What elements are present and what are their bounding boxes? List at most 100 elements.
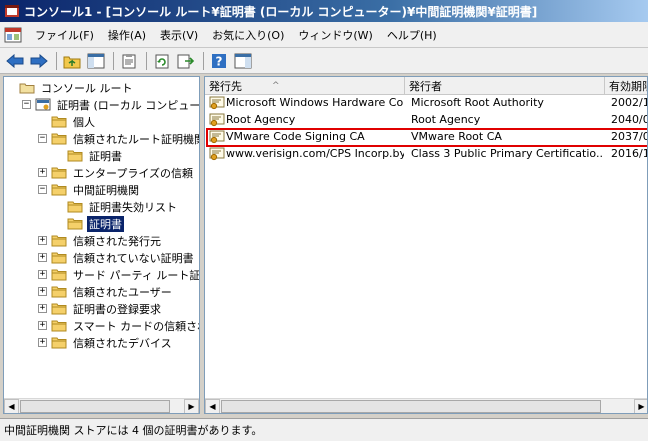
help-icon: ? (212, 53, 226, 68)
tree-item-label: 信頼されたデバイス (73, 336, 172, 350)
list-horizontal-scrollbar[interactable]: ◀ ▶ (205, 398, 647, 413)
certificate-icon (209, 147, 225, 161)
column-label-expiration: 有効期限 (609, 79, 647, 93)
expand-icon[interactable]: + (38, 287, 47, 296)
mmc-app-icon (5, 5, 19, 17)
scroll-right-button[interactable]: ▶ (184, 399, 199, 413)
refresh-button[interactable] (151, 50, 173, 72)
expand-icon[interactable]: + (38, 236, 47, 245)
certificate-row[interactable]: Microsoft Windows Hardware Co... Microsof… (205, 95, 648, 112)
forward-button[interactable] (28, 50, 50, 72)
expand-icon[interactable]: + (38, 321, 47, 330)
tree-item-label: コンソール ルート (41, 81, 133, 95)
menu-window[interactable]: ウィンドウ(W) (291, 27, 379, 43)
collapse-icon[interactable]: − (38, 134, 47, 143)
back-button[interactable] (4, 50, 26, 72)
tree-item[interactable]: − 中間証明機関 (38, 181, 141, 198)
folder-icon (67, 150, 83, 162)
console-root-icon (19, 83, 35, 94)
collapse-icon[interactable]: − (22, 100, 31, 109)
tree-item-label: 中間証明機関 (73, 183, 139, 197)
column-header-expiration[interactable]: 有効期限 (605, 77, 647, 95)
folder-icon (51, 235, 67, 247)
menu-view[interactable]: 表示(V) (153, 27, 205, 43)
tree-item[interactable]: + スマート カードの信頼されたルート (38, 317, 199, 334)
tree-item-label: 個人 (73, 115, 95, 129)
tree-item[interactable]: + 信頼されたデバイス (38, 334, 174, 351)
tree-item[interactable]: + 信頼されたユーザー (38, 283, 174, 300)
expand-icon[interactable]: + (38, 304, 47, 313)
column-header-issued-to[interactable]: 発行先 ^ (205, 77, 405, 95)
menu-bar: ファイル(F) 操作(A) 表示(V) お気に入り(O) ウィンドウ(W) ヘル… (0, 22, 648, 48)
console-tree-pane[interactable]: コンソール ルート − 証明書 (ローカル コンピューター) 個人 − 信頼されたルート証… (3, 76, 200, 414)
folder-icon (51, 337, 67, 349)
certificate-row[interactable]: www.verisign.com/CPS Incorp.by ... Class … (205, 146, 648, 163)
refresh-icon (155, 54, 169, 68)
expand-icon[interactable]: + (38, 338, 47, 347)
show-hide-action-pane-button[interactable] (232, 50, 254, 72)
certificate-list-pane[interactable]: 発行先 ^ 発行者 有効期限 Microsoft Windows Hardwar… (204, 76, 648, 414)
folder-icon (51, 286, 67, 298)
menu-file[interactable]: ファイル(F) (28, 27, 101, 43)
cell-issued-to: Microsoft Windows Hardware Co... (226, 96, 404, 109)
collapse-icon[interactable]: − (38, 185, 47, 194)
menu-favorites[interactable]: お気に入り(O) (205, 27, 291, 43)
back-arrow-icon (6, 53, 24, 68)
menu-action[interactable]: 操作(A) (101, 27, 153, 43)
folder-icon (51, 252, 67, 264)
tree-item[interactable]: − 証明書 (ローカル コンピューター) (22, 96, 199, 113)
folder-up-icon (63, 56, 81, 68)
show-hide-tree-button[interactable] (85, 50, 107, 72)
tree-item-label: 証明書失効リスト (89, 200, 177, 214)
help-button[interactable]: ? (208, 50, 230, 72)
scroll-thumb[interactable] (20, 400, 170, 413)
scroll-left-button[interactable]: ◀ (205, 399, 220, 413)
expand-icon[interactable]: + (38, 270, 47, 279)
tree-item[interactable]: 証明書失効リスト (67, 198, 179, 215)
folder-icon (51, 269, 67, 281)
tree-item-label: 証明書 (89, 149, 122, 163)
cell-issued-by: Class 3 Public Primary Certificatio... (411, 147, 603, 160)
scroll-thumb[interactable] (221, 400, 601, 413)
certificate-row[interactable]: Root Agency Root Agency 2040/0 (205, 112, 648, 129)
tree-item-label: エンタープライズの信頼 (73, 166, 194, 180)
tree-item[interactable]: + 信頼されていない証明書 (38, 249, 196, 266)
tree-item[interactable]: コンソール ルート (19, 79, 135, 96)
tree-item-label: 信頼されていない証明書 (73, 251, 194, 265)
action-pane-icon (234, 53, 252, 68)
cell-expiration: 2016/1 (611, 147, 648, 160)
column-header-issued-by[interactable]: 発行者 (405, 77, 605, 95)
up-level-button[interactable] (61, 50, 83, 72)
tree-item[interactable]: + 証明書の登録要求 (38, 300, 163, 317)
tree-item[interactable]: + エンタープライズの信頼 (38, 164, 195, 181)
menu-help[interactable]: ヘルプ(H) (380, 27, 444, 43)
tree-item[interactable]: + サード パーティ ルート証明機関 (38, 266, 199, 283)
tree-horizontal-scrollbar[interactable]: ◀ ▶ (4, 398, 199, 413)
properties-button[interactable] (118, 50, 140, 72)
scroll-right-button[interactable]: ▶ (634, 399, 647, 413)
svg-text:?: ? (216, 54, 223, 68)
export-list-button[interactable] (175, 50, 197, 72)
status-bar: 中間証明機関 ストアには 4 個の証明書があります。 (0, 418, 648, 441)
tree-item-label: 信頼されたユーザー (73, 285, 172, 299)
console-doc-icon[interactable] (4, 26, 22, 44)
cell-expiration: 2040/0 (611, 113, 648, 126)
scroll-left-button[interactable]: ◀ (4, 399, 19, 413)
toolbar-separator (203, 51, 204, 70)
tree-item[interactable]: 個人 (51, 113, 97, 130)
tree-item[interactable]: − 信頼されたルート証明機関 (38, 130, 199, 147)
console-tree-icon (87, 53, 105, 68)
toolbar-separator (113, 51, 114, 70)
certificate-store-icon (35, 98, 51, 111)
tree-item[interactable]: 証明書 (67, 215, 124, 232)
expand-icon[interactable]: + (38, 168, 47, 177)
tree-item[interactable]: + 信頼された発行元 (38, 232, 163, 249)
toolbar: ? (0, 48, 648, 74)
cell-expiration: 2002/1 (611, 96, 648, 109)
expand-icon[interactable]: + (38, 253, 47, 262)
tree-item[interactable]: 証明書 (67, 147, 124, 164)
folder-icon (51, 303, 67, 315)
title-bar: コンソール1 - [コンソール ルート¥証明書 (ローカル コンピューター)¥中… (0, 0, 648, 22)
tree-item-label: 信頼された発行元 (73, 234, 161, 248)
export-icon (177, 54, 195, 68)
